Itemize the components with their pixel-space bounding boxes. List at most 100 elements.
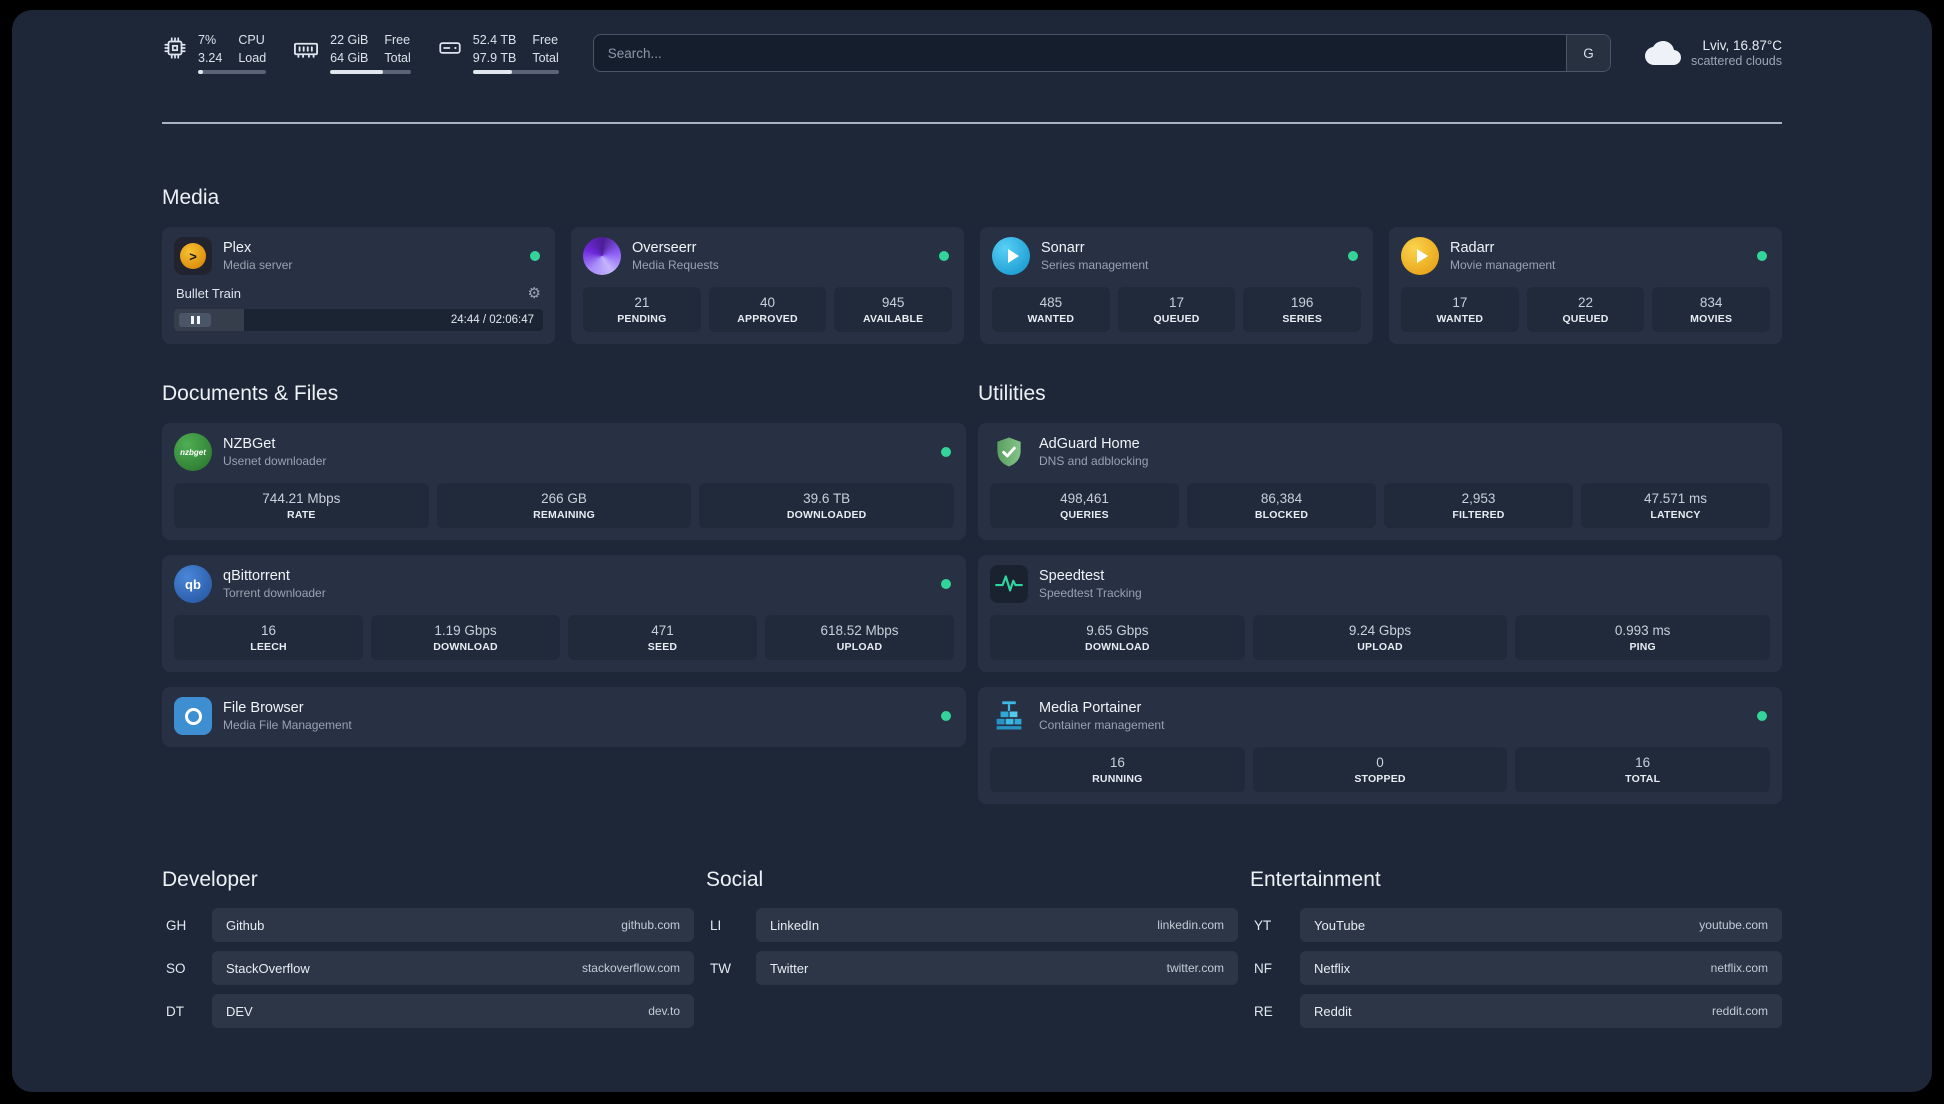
stat-value: 86,384 (1260, 491, 1303, 506)
stat-label: APPROVED (737, 313, 798, 325)
service-description: Series management (1041, 258, 1149, 272)
sonarr-card-header: Sonarr Series management (992, 237, 1361, 275)
stat-label: DOWNLOADED (786, 509, 867, 521)
service-card-portainer[interactable]: Media Portainer Container management 16 … (978, 687, 1782, 804)
service-description: Speedtest Tracking (1039, 586, 1142, 600)
service-card-nzbget[interactable]: nzbget NZBGet Usenet downloader 744.21 M… (162, 423, 966, 540)
pause-button[interactable] (179, 313, 211, 327)
bookmark-netflix: NF Netflix netflix.com (1250, 951, 1782, 985)
two-column-sections: Documents & Files nzbget NZBGet Usenet d… (162, 382, 1782, 804)
stat-value: 2,953 (1461, 491, 1496, 506)
disk-total-value: 97.9 TB (472, 50, 517, 65)
stat-value: 945 (881, 295, 905, 310)
memory-total-label: Total (384, 50, 411, 65)
search-provider-button[interactable]: G (1565, 35, 1610, 71)
bookmark-link[interactable]: StackOverflow stackoverflow.com (212, 951, 694, 985)
weather-text: Lviv, 16.87°C scattered clouds (1691, 38, 1782, 68)
stat-value: 485 (1039, 295, 1063, 310)
bookmark-name: Reddit (1314, 1003, 1352, 1019)
stats-row: 16 LEECH 1.19 Gbps DOWNLOAD 471 SEED 618… (174, 615, 954, 660)
cpu-usage-label: CPU (238, 33, 265, 47)
stat-tile: 834 MOVIES (1652, 287, 1771, 332)
bookmark-github: GH Github github.com (162, 908, 694, 942)
bookmark-name: StackOverflow (226, 960, 310, 976)
play-triangle (1416, 249, 1428, 263)
bookmark-link[interactable]: Github github.com (212, 908, 694, 942)
speedtest-card-header: Speedtest Speedtest Tracking (990, 565, 1770, 603)
social-section-title: Social (706, 868, 764, 891)
service-card-qbittorrent[interactable]: qb qBittorrent Torrent downloader 16 LEE… (162, 555, 966, 672)
stat-tile: 39.6 TB DOWNLOADED (699, 483, 955, 528)
stat-label: MOVIES (1690, 313, 1733, 325)
entertainment-section-title: Entertainment (1250, 868, 1381, 891)
service-name: Plex (223, 240, 252, 256)
bookmark-link[interactable]: Netflix netflix.com (1300, 951, 1782, 985)
stat-tile: 744.21 Mbps RATE (174, 483, 429, 528)
stat-value: 9.24 Gbps (1348, 623, 1412, 638)
now-playing-title: Bullet Train (176, 286, 242, 301)
service-card-adguard[interactable]: AdGuard Home DNS and adblocking 498,461 … (978, 423, 1782, 540)
bookmark-name: Netflix (1314, 960, 1351, 976)
bookmark-link[interactable]: Reddit reddit.com (1300, 994, 1782, 1028)
service-description: Movie management (1450, 258, 1556, 272)
media-section-title: Media (162, 186, 220, 209)
play-triangle (1007, 249, 1019, 263)
service-name: Sonarr (1041, 240, 1085, 256)
stat-value: 834 (1699, 295, 1723, 310)
service-card-sonarr[interactable]: Sonarr Series management 485 WANTED 17 Q… (980, 227, 1373, 344)
stat-value: 16 (260, 623, 277, 638)
nzbget-logo-text: nzbget (180, 447, 206, 457)
bookmark-url: twitter.com (1166, 961, 1224, 975)
bookmark-name: Twitter (770, 960, 809, 976)
stat-tile: 0 STOPPED (1252, 747, 1508, 792)
service-description: Media server (223, 258, 293, 272)
stat-value: 618.52 Mbps (820, 623, 899, 638)
cpu-usage-value: 7% (198, 33, 217, 47)
stat-tile: 47.571 ms LATENCY (1581, 483, 1770, 528)
bookmark-name: YouTube (1314, 917, 1366, 933)
service-description: DNS and adblocking (1039, 454, 1149, 468)
bookmark-stackoverflow: SO StackOverflow stackoverflow.com (162, 951, 694, 985)
qbittorrent-icon: qb (174, 565, 212, 603)
weather-location: Lviv, 16.87°C (1702, 38, 1782, 53)
stat-label: PENDING (617, 313, 667, 325)
status-dot (941, 447, 951, 457)
service-card-speedtest[interactable]: Speedtest Speedtest Tracking 9.65 Gbps D… (978, 555, 1782, 672)
bookmark-url: dev.to (648, 1004, 680, 1018)
stat-value: 744.21 Mbps (262, 491, 341, 506)
adguard-shield-icon (990, 433, 1028, 471)
service-card-plex[interactable]: Plex Media server Bullet Train ⚙ 24:44 /… (162, 227, 555, 344)
search-input[interactable] (593, 35, 1566, 71)
disk-total-label: Total (532, 50, 559, 65)
search-bar: G (592, 34, 1611, 72)
radarr-card-header: Radarr Movie management (1401, 237, 1770, 275)
plex-titles: Plex Media server (223, 240, 292, 272)
radarr-icon (1401, 237, 1439, 275)
player-seekbar[interactable]: 24:44 / 02:06:47 (174, 309, 543, 331)
bookmark-link[interactable]: YouTube youtube.com (1300, 908, 1782, 942)
dashboard-page: 7% CPU 3.24 Load 22 GiB Free 64 GiB Tota… (12, 10, 1932, 1092)
stats-row: 16 RUNNING 0 STOPPED 16 TOTAL (990, 747, 1771, 792)
filebrowser-logo-ring (184, 707, 202, 725)
stats-row: 21 PENDING 40 APPROVED 945 AVAILABLE (583, 287, 953, 332)
stat-tile: 17 WANTED (1401, 287, 1519, 332)
stat-label: SERIES (1282, 313, 1323, 325)
playback-time: 24:44 / 02:06:47 (450, 314, 534, 326)
service-name: File Browser (223, 700, 304, 716)
cloud-icon (1644, 35, 1681, 71)
service-card-filebrowser[interactable]: File Browser Media File Management (162, 687, 966, 747)
stat-tile: 945 AVAILABLE (834, 287, 953, 332)
gear-icon[interactable]: ⚙ (528, 286, 541, 301)
stat-tile: 16 TOTAL (1515, 747, 1771, 792)
stat-tile: 196 SERIES (1243, 287, 1362, 332)
adguard-titles: AdGuard Home DNS and adblocking (1039, 436, 1148, 468)
service-card-overseerr[interactable]: Overseerr Media Requests 21 PENDING 40 A… (571, 227, 964, 344)
bookmark-link[interactable]: DEV dev.to (212, 994, 694, 1028)
status-dot (941, 711, 951, 721)
bookmark-link[interactable]: LinkedIn linkedin.com (756, 908, 1238, 942)
service-name: Speedtest (1039, 568, 1105, 584)
service-name: Overseerr (632, 240, 697, 256)
bookmark-abbr: TW (710, 960, 731, 976)
bookmark-link[interactable]: Twitter twitter.com (756, 951, 1238, 985)
service-card-radarr[interactable]: Radarr Movie management 17 WANTED 22 QUE… (1389, 227, 1782, 344)
